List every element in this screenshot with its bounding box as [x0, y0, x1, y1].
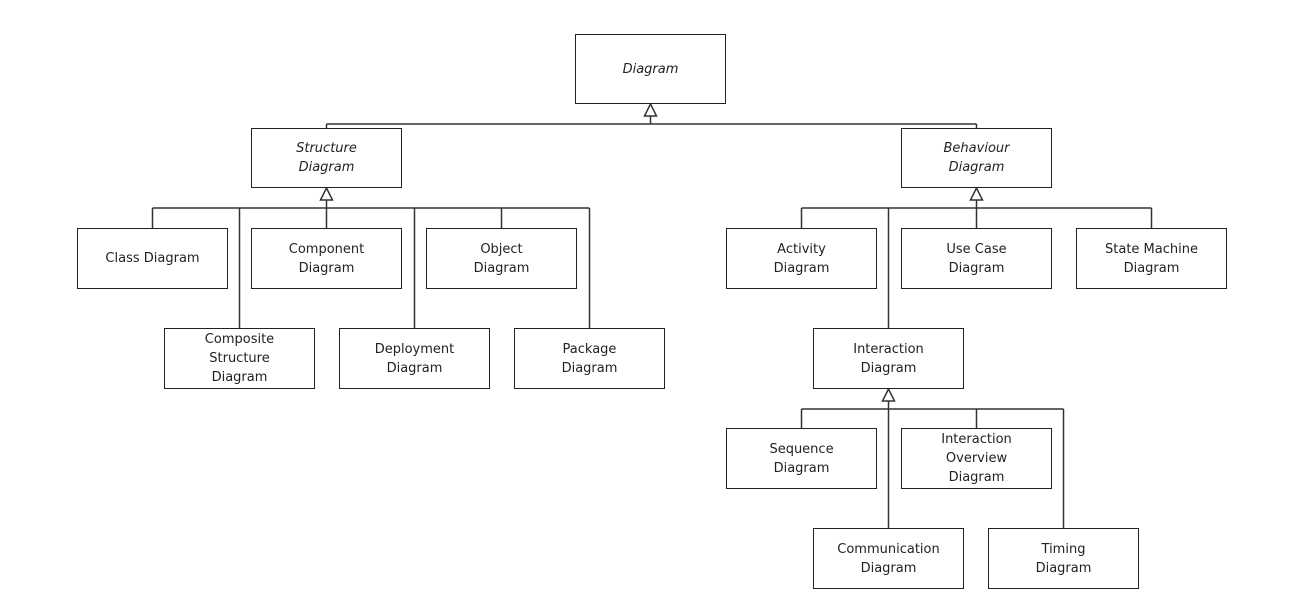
node-label: Class Diagram	[105, 251, 200, 266]
node-interaction: Interaction Diagram	[813, 328, 964, 389]
node-label: Deployment Diagram	[374, 341, 455, 376]
node-label: Interaction Diagram	[853, 341, 924, 376]
node-label: Object Diagram	[473, 241, 530, 276]
generalization-arrowhead-icon	[643, 102, 658, 117]
node-label: State Machine Diagram	[1105, 241, 1198, 276]
node-label: Composite Structure Diagram	[204, 332, 275, 385]
node-usecase: Use Case Diagram	[901, 228, 1052, 289]
node-overview: Interaction Overview Diagram	[901, 428, 1052, 489]
node-label: Communication Diagram	[837, 541, 940, 576]
node-label: Activity Diagram	[773, 241, 830, 276]
node-label: Sequence Diagram	[769, 441, 834, 476]
node-object: Object Diagram	[426, 228, 577, 289]
node-label: Behaviour Diagram	[943, 141, 1010, 175]
node-class: Class Diagram	[77, 228, 228, 289]
node-label: Package Diagram	[561, 341, 618, 376]
node-deployment: Deployment Diagram	[339, 328, 490, 389]
node-timing: Timing Diagram	[988, 528, 1139, 589]
generalization-arrowhead-icon	[969, 186, 984, 201]
node-behaviour: Behaviour Diagram	[901, 128, 1052, 188]
node-activity: Activity Diagram	[726, 228, 877, 289]
node-label: Use Case Diagram	[946, 241, 1007, 276]
node-composite: Composite Structure Diagram	[164, 328, 315, 389]
generalization-arrowhead-icon	[319, 186, 334, 201]
node-diagram: Diagram	[575, 34, 726, 104]
node-label: Timing Diagram	[1035, 541, 1092, 576]
node-sequence: Sequence Diagram	[726, 428, 877, 489]
node-structure: Structure Diagram	[251, 128, 402, 188]
generalization-arrowhead-icon	[881, 387, 896, 402]
node-label: Component Diagram	[288, 241, 365, 276]
node-statemachine: State Machine Diagram	[1076, 228, 1227, 289]
node-label: Interaction Overview Diagram	[941, 432, 1012, 485]
node-label: Diagram	[622, 61, 679, 77]
node-component: Component Diagram	[251, 228, 402, 289]
node-communication: Communication Diagram	[813, 528, 964, 589]
node-label: Structure Diagram	[296, 141, 357, 175]
node-package: Package Diagram	[514, 328, 665, 389]
